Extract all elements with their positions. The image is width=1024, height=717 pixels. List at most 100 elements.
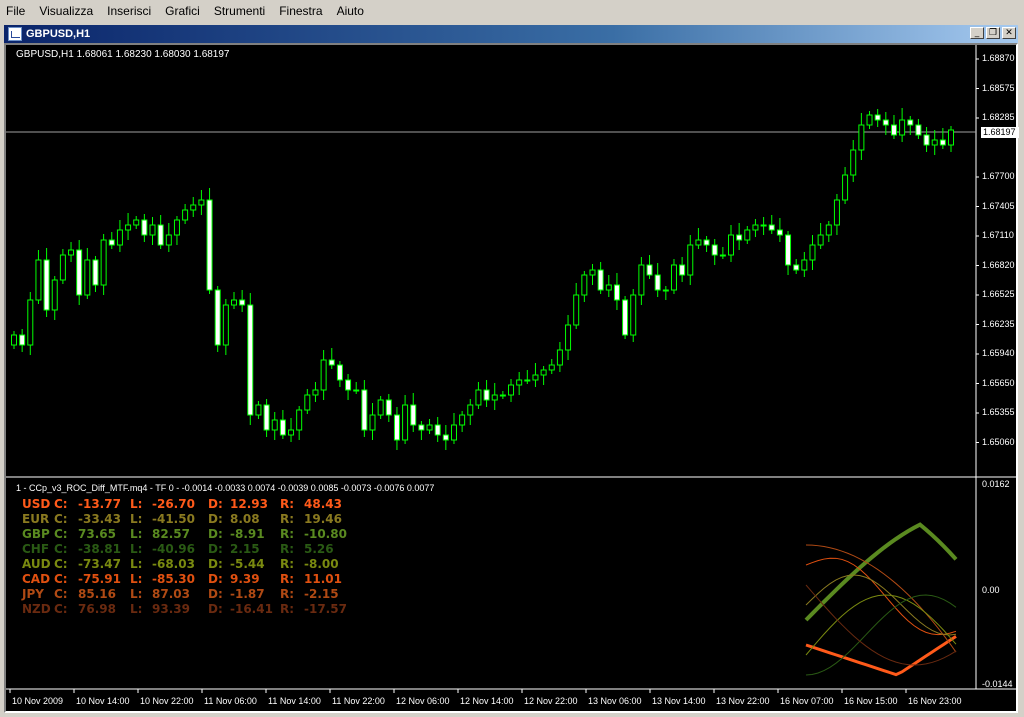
currency-l-label: L:: [130, 512, 143, 526]
currency-d: 2.15: [230, 542, 260, 556]
candle-body: [312, 389, 319, 396]
currency-l-label: L:: [130, 602, 143, 616]
candle-body: [907, 119, 914, 126]
candle-body: [296, 409, 303, 431]
price-tick-label: 1.68285: [982, 112, 1015, 122]
chf-strength-line: [805, 594, 957, 676]
time-tick-label: 13 Nov 06:00: [588, 696, 642, 706]
aud-strength-line: [805, 594, 957, 656]
currency-name: JPY: [22, 587, 44, 601]
candle-body: [402, 404, 409, 441]
chart-window-title: GBPUSD,H1: [26, 28, 91, 40]
candle-body: [793, 264, 800, 271]
menu-aiuto[interactable]: Aiuto: [331, 0, 372, 22]
candle-body: [532, 374, 539, 381]
candle-body: [19, 334, 26, 346]
candle-body: [345, 379, 352, 391]
candle-body: [915, 124, 922, 136]
candle-body: [491, 394, 498, 401]
currency-l: -41.50: [152, 512, 195, 526]
currency-r: 11.01: [304, 572, 342, 586]
candle-body: [939, 139, 946, 146]
candle-body: [508, 384, 515, 396]
candle-body: [442, 434, 449, 441]
currency-c: 85.16: [78, 587, 116, 601]
currency-l: -68.03: [152, 557, 195, 571]
price-tick-label: 1.65060: [982, 436, 1015, 447]
candle-body: [43, 259, 50, 311]
currency-r-label: R:: [280, 497, 295, 511]
menu-grafici[interactable]: Grafici: [159, 0, 208, 22]
candle-body: [581, 274, 588, 296]
candle-body: [890, 124, 897, 136]
candle-body: [630, 294, 637, 336]
time-tick-label: 16 Nov 15:00: [844, 696, 898, 706]
currency-c: -73.47: [78, 557, 121, 571]
candle-body: [768, 224, 775, 231]
indicator-tick-label: 0.0162: [982, 479, 1010, 489]
candle-body: [173, 219, 180, 236]
candle-body: [190, 204, 197, 211]
candle-body: [540, 369, 547, 376]
candle-body: [923, 134, 930, 146]
menu-file[interactable]: File: [0, 0, 33, 22]
currency-r: 48.43: [304, 497, 342, 511]
currency-c: 76.98: [78, 602, 116, 616]
price-tick-label: 1.66235: [982, 318, 1015, 329]
candle-body: [703, 239, 710, 246]
candle-body: [255, 404, 262, 416]
candle-body: [589, 269, 596, 276]
currency-d: -16.41: [230, 602, 273, 616]
currency-l-label: L:: [130, 542, 143, 556]
menu-bar: File Visualizza Inserisci Grafici Strume…: [0, 0, 1024, 22]
time-tick-label: 13 Nov 22:00: [716, 696, 770, 706]
candle-body: [654, 274, 661, 291]
minimize-button[interactable]: _: [970, 27, 984, 39]
currency-r-label: R:: [280, 572, 295, 586]
candle-body: [263, 404, 270, 431]
candle-body: [141, 219, 148, 236]
time-tick-label: 12 Nov 22:00: [524, 696, 578, 706]
candle-body: [516, 379, 523, 386]
currency-d-label: D:: [208, 557, 223, 571]
menu-finestra[interactable]: Finestra: [273, 0, 330, 22]
currency-c: -38.81: [78, 542, 121, 556]
candle-body: [92, 259, 99, 286]
time-tick-label: 11 Nov 22:00: [332, 696, 385, 706]
candle-body: [288, 429, 295, 436]
candle-body: [116, 229, 123, 246]
candle-body: [222, 304, 229, 346]
restore-button[interactable]: ❐: [986, 27, 1000, 39]
candle-body: [11, 334, 17, 346]
chart-window-titlebar[interactable]: GBPUSD,H1 _ ❐ ✕: [4, 25, 1018, 43]
menu-visualizza[interactable]: Visualizza: [33, 0, 101, 22]
candle-body: [744, 229, 751, 241]
chart-window-icon[interactable]: [8, 27, 22, 41]
menu-strumenti[interactable]: Strumenti: [208, 0, 273, 22]
candle-body: [393, 414, 400, 441]
currency-d-label: D:: [208, 572, 223, 586]
candle-body: [499, 394, 506, 397]
currency-c-label: C:: [54, 557, 68, 571]
candle-body: [573, 294, 580, 326]
candle-body: [214, 289, 221, 346]
candle-body: [752, 224, 759, 231]
time-tick-label: 12 Nov 14:00: [460, 696, 514, 706]
chart-area[interactable]: GBPUSD,H1 1.68061 1.68230 1.68030 1.6819…: [4, 43, 1019, 713]
candle-body: [467, 404, 474, 416]
currency-name: USD: [22, 497, 51, 511]
currency-l-label: L:: [130, 527, 143, 541]
candle-body: [336, 364, 343, 381]
currency-r: -10.80: [304, 527, 347, 541]
close-button[interactable]: ✕: [1002, 27, 1016, 39]
candle-body: [247, 304, 254, 416]
candle-body: [239, 299, 246, 306]
candle-body: [182, 209, 189, 221]
candle-body: [459, 414, 466, 426]
candle-body: [695, 239, 702, 246]
menu-inserisci[interactable]: Inserisci: [101, 0, 159, 22]
eur-strength-line: [805, 574, 957, 636]
candle-body: [809, 244, 816, 261]
currency-d: 8.08: [230, 512, 260, 526]
currency-r-label: R:: [280, 557, 295, 571]
